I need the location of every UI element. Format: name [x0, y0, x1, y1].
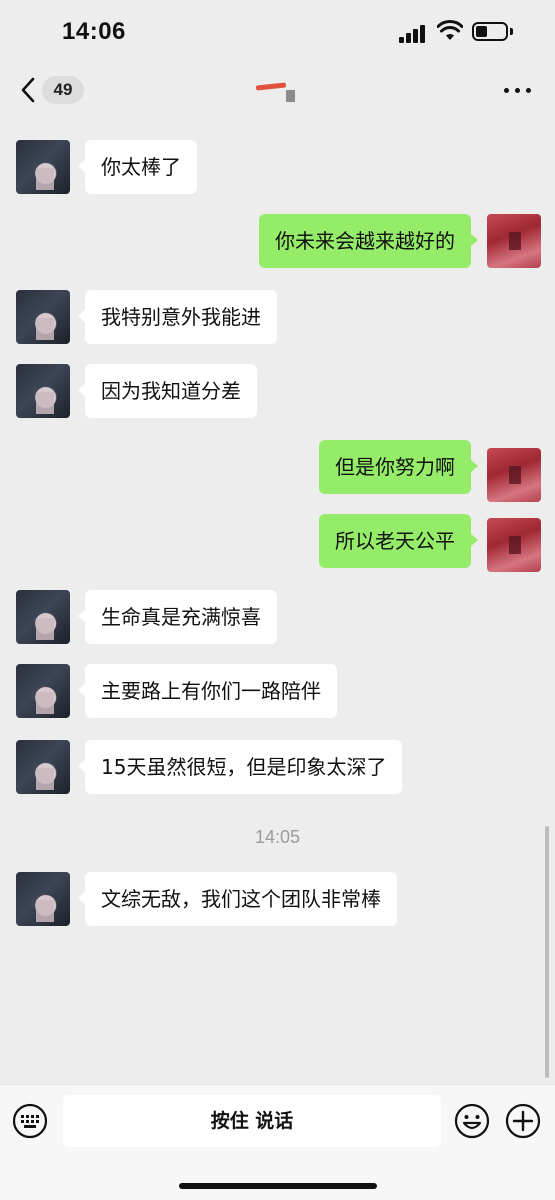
message-bubble-sent[interactable]: 所以老天公平: [319, 514, 478, 568]
my-avatar[interactable]: [487, 214, 541, 268]
smiley-icon[interactable]: [454, 1103, 490, 1139]
contact-avatar[interactable]: [16, 664, 70, 718]
cellular-signal-icon: [399, 25, 427, 43]
message-list[interactable]: 你太棒了 你未来会越来越好的 我特别意外我能进 因为我知道分差 但是你努力啊 所…: [0, 118, 555, 1084]
contact-avatar[interactable]: [16, 364, 70, 418]
message-bubble-received[interactable]: 你太棒了: [78, 140, 197, 194]
status-bar: 14:06: [0, 0, 555, 64]
message-bubble-received[interactable]: 15天虽然很短，但是印象太深了: [77, 740, 403, 794]
keyboard-icon[interactable]: [12, 1103, 48, 1139]
timestamp-divider: 14:05: [254, 827, 301, 847]
my-avatar[interactable]: [487, 518, 541, 572]
contact-avatar[interactable]: [16, 290, 70, 344]
message-bubble-received[interactable]: 文综无敌，我们这个团队非常棒: [78, 872, 397, 926]
message-bubble-received[interactable]: 因为我知道分差: [78, 364, 257, 418]
home-indicator[interactable]: [179, 1183, 377, 1189]
contact-avatar[interactable]: [16, 740, 70, 794]
contact-avatar[interactable]: [16, 590, 70, 644]
plus-icon[interactable]: [505, 1103, 541, 1139]
message-bubble-sent[interactable]: 你未来会越来越好的: [259, 214, 478, 268]
contact-avatar[interactable]: [16, 140, 70, 194]
message-bubble-received[interactable]: 主要路上有你们一路陪伴: [78, 664, 337, 718]
status-time: 14:06: [62, 18, 126, 45]
chevron-left-icon[interactable]: [16, 74, 42, 106]
message-bubble-sent[interactable]: 但是你努力啊: [319, 440, 478, 494]
contact-avatar[interactable]: [16, 872, 70, 926]
my-avatar[interactable]: [487, 448, 541, 502]
unread-count-badge[interactable]: 49: [42, 76, 84, 104]
chat-header: 49: [0, 64, 555, 118]
contact-name[interactable]: [254, 80, 298, 102]
message-bubble-received[interactable]: 我特别意外我能进: [78, 290, 277, 344]
scrollbar[interactable]: [545, 826, 549, 1078]
ellipsis-icon[interactable]: [502, 80, 534, 100]
battery-tip: [510, 28, 513, 35]
battery-icon: [472, 22, 508, 41]
hold-to-talk-button[interactable]: 按住 说话: [63, 1095, 441, 1147]
wifi-icon: [437, 20, 463, 40]
message-bubble-received[interactable]: 生命真是充满惊喜: [78, 590, 277, 644]
